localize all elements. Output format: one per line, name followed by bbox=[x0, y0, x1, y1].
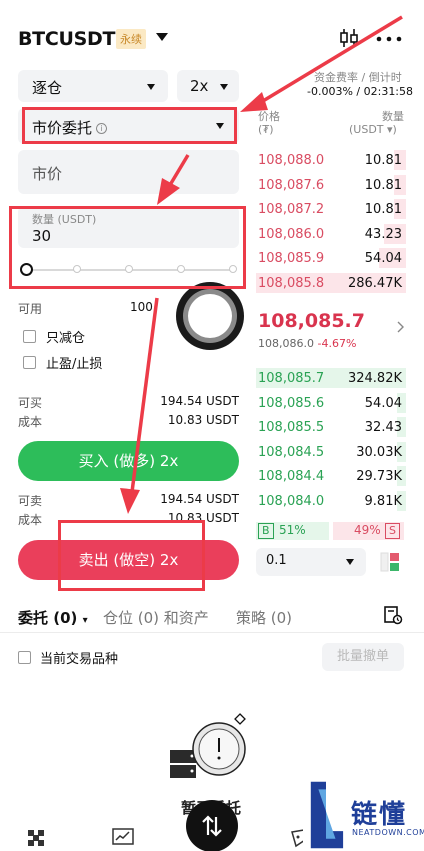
annotation-arrows bbox=[120, 15, 403, 514]
